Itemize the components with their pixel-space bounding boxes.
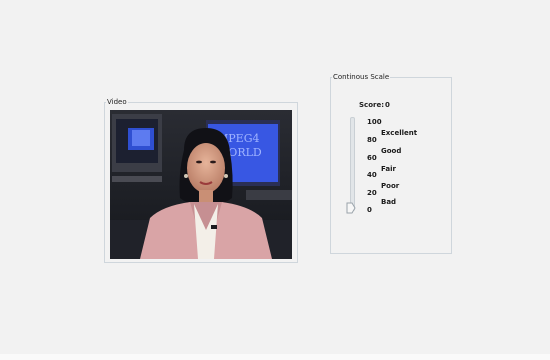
window-bottom-strip: [0, 354, 550, 360]
quality-label: Good: [381, 147, 402, 155]
video-group-title: Video: [107, 98, 127, 106]
tick-label: 20: [367, 189, 377, 197]
tick-label: 100: [367, 118, 382, 126]
quality-label: Fair: [381, 165, 396, 173]
window-top-strip: [0, 0, 550, 8]
tick-label: 0: [367, 206, 372, 214]
tick-label: 60: [367, 154, 377, 162]
score-slider-track[interactable]: [350, 117, 355, 211]
tick-label: 40: [367, 171, 377, 179]
news-presenter-image: MPEG4 WORLD: [110, 110, 292, 259]
continuous-scale-group: Continous Scale Score: 0 100 80 60 40 20…: [330, 74, 452, 254]
score-slider-thumb[interactable]: [346, 202, 356, 214]
score-label: Score:: [359, 101, 384, 109]
tick-label: 80: [367, 136, 377, 144]
continuous-scale-title: Continous Scale: [333, 73, 390, 81]
quality-label: Excellent: [381, 129, 418, 137]
video-group: Video MPEG4 WORLD: [104, 99, 298, 263]
video-frame: MPEG4 WORLD: [110, 110, 292, 259]
quality-label: Bad: [381, 198, 397, 206]
score-value: 0: [385, 101, 390, 109]
quality-label: Poor: [381, 182, 400, 190]
